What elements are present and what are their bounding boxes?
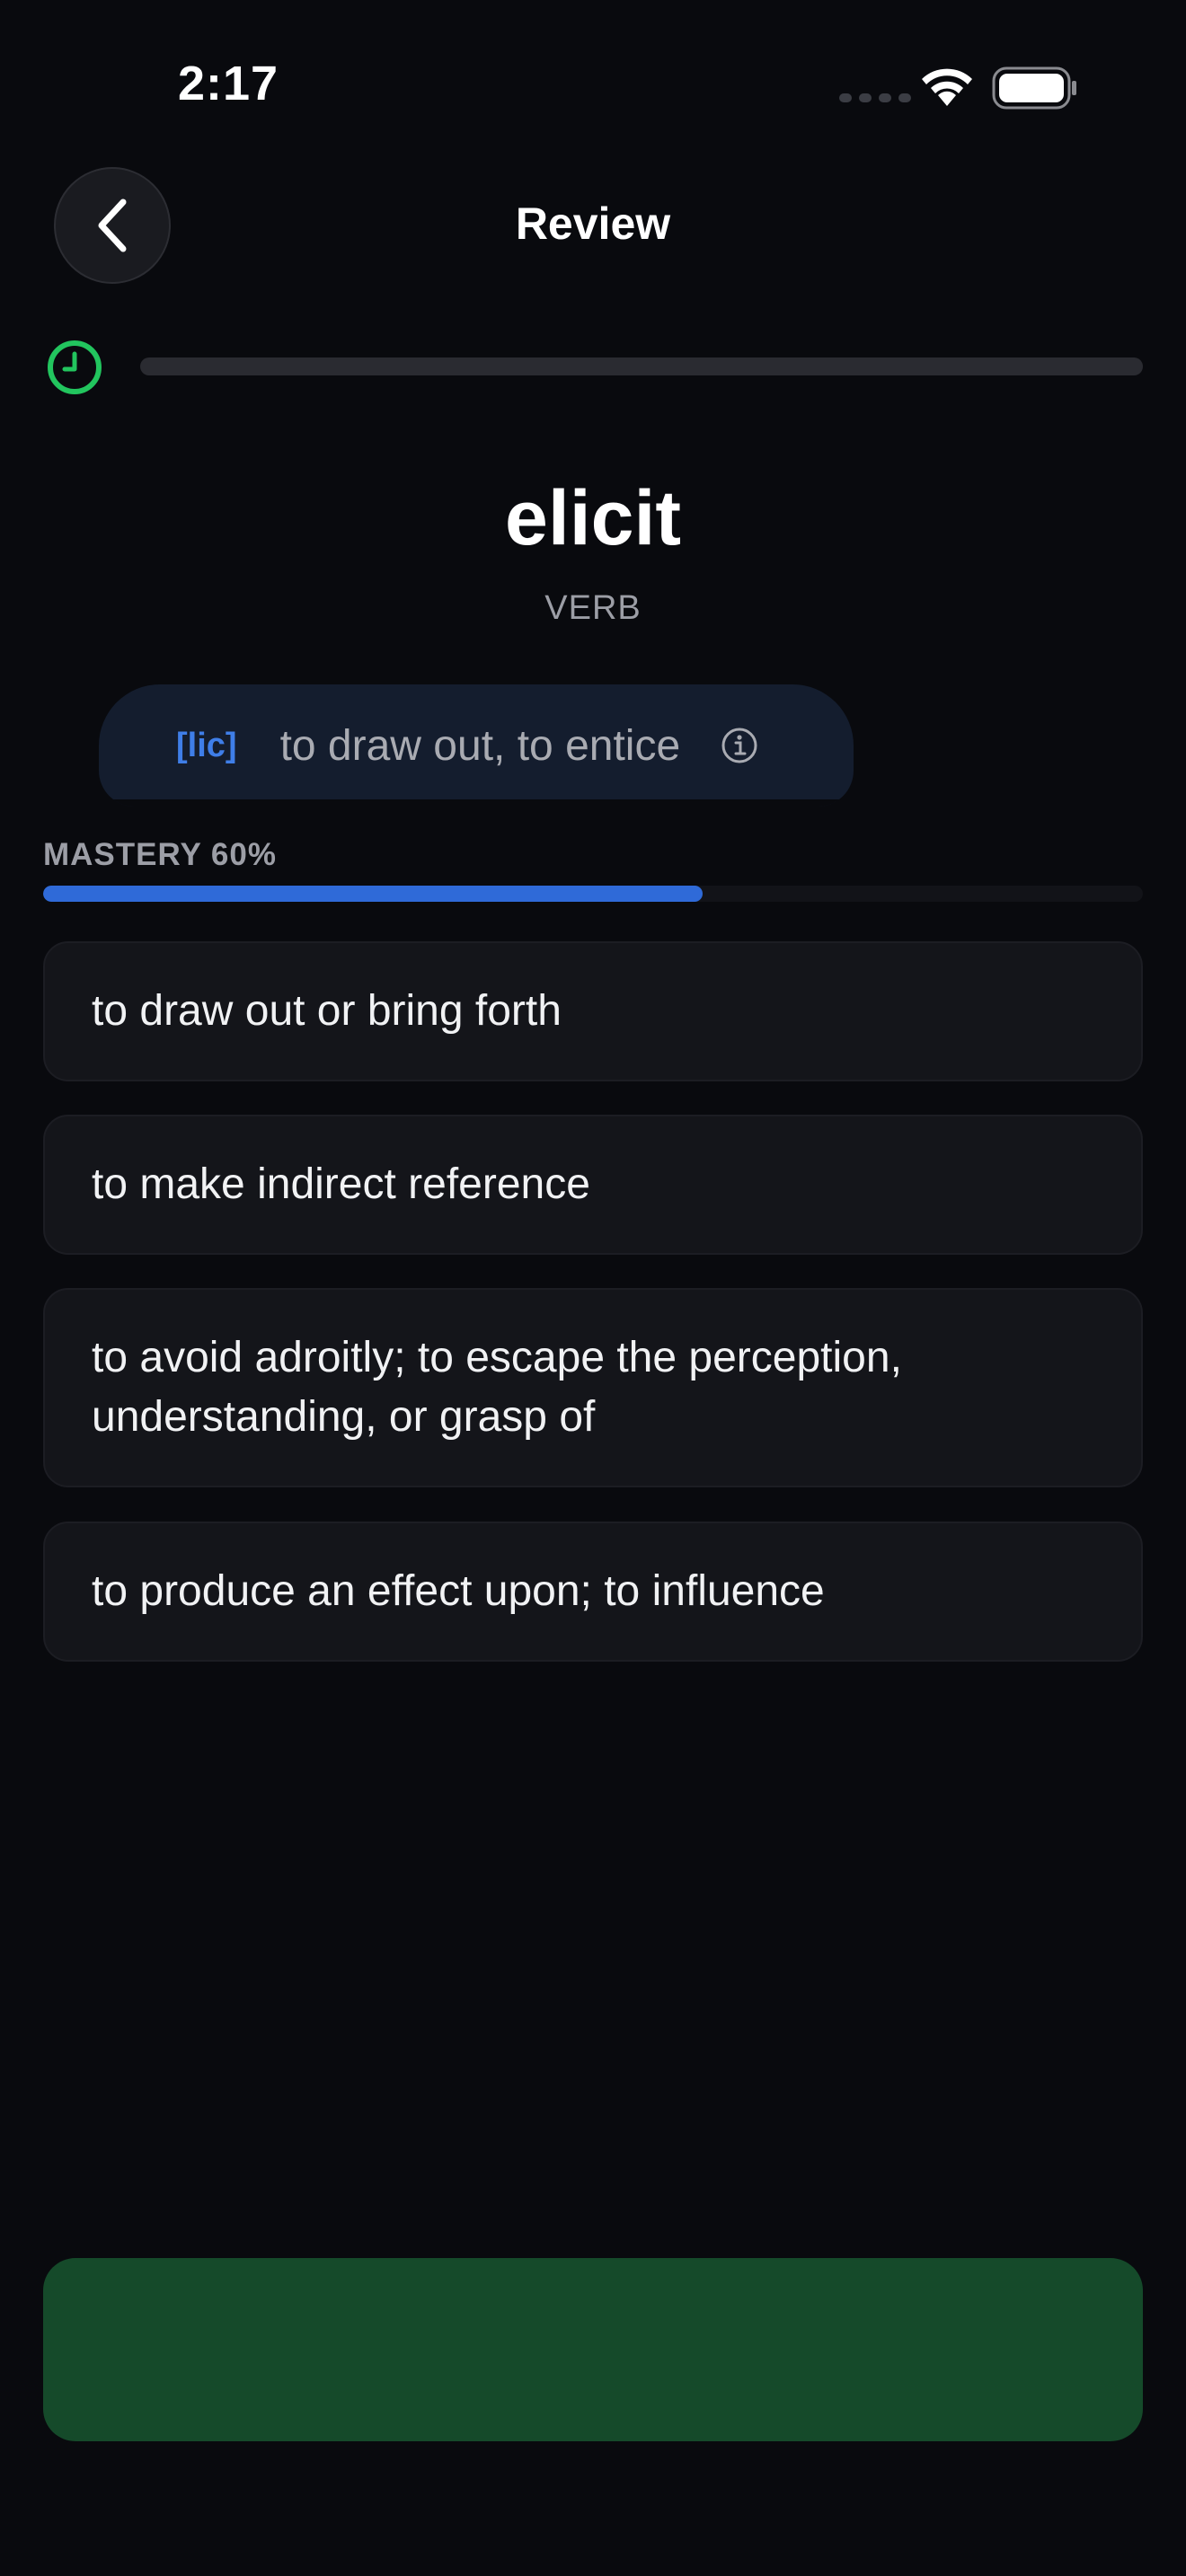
wifi-icon — [918, 65, 976, 112]
root-hint-chip[interactable]: [lic] to draw out, to entice — [99, 684, 854, 807]
answer-option-4[interactable]: to produce an effect upon; to influence — [43, 1522, 1143, 1662]
cellular-signal-icon — [839, 93, 911, 102]
mastery-progress-bar — [43, 886, 1143, 902]
battery-icon — [992, 66, 1078, 114]
clock-icon — [45, 338, 104, 401]
answer-option-text: to avoid adroitly; to escape the percept… — [92, 1334, 902, 1441]
mastery-label: MASTERY 60% — [43, 837, 277, 872]
vocab-word: elicit — [505, 475, 681, 561]
root-tag: [lic] — [176, 726, 237, 764]
mastery-progress-fill — [43, 886, 704, 902]
answer-option-2[interactable]: to make indirect reference — [43, 1115, 1143, 1255]
answer-option-text: to draw out or bring forth — [92, 987, 562, 1035]
answer-option-text: to produce an effect upon; to influence — [92, 1567, 825, 1615]
timer-progress-bar — [140, 357, 1143, 375]
root-meaning: to draw out, to entice — [279, 721, 681, 770]
continue-button[interactable] — [43, 2258, 1143, 2441]
answer-option-1[interactable]: to draw out or bring forth — [43, 941, 1143, 1081]
part-of-speech: VERB — [544, 589, 642, 627]
answer-option-text: to make indirect reference — [92, 1160, 590, 1208]
page-title: Review — [515, 198, 671, 249]
answer-option-3[interactable]: to avoid adroitly; to escape the percept… — [43, 1288, 1143, 1487]
status-time: 2:17 — [178, 57, 279, 110]
info-icon[interactable] — [720, 726, 759, 765]
